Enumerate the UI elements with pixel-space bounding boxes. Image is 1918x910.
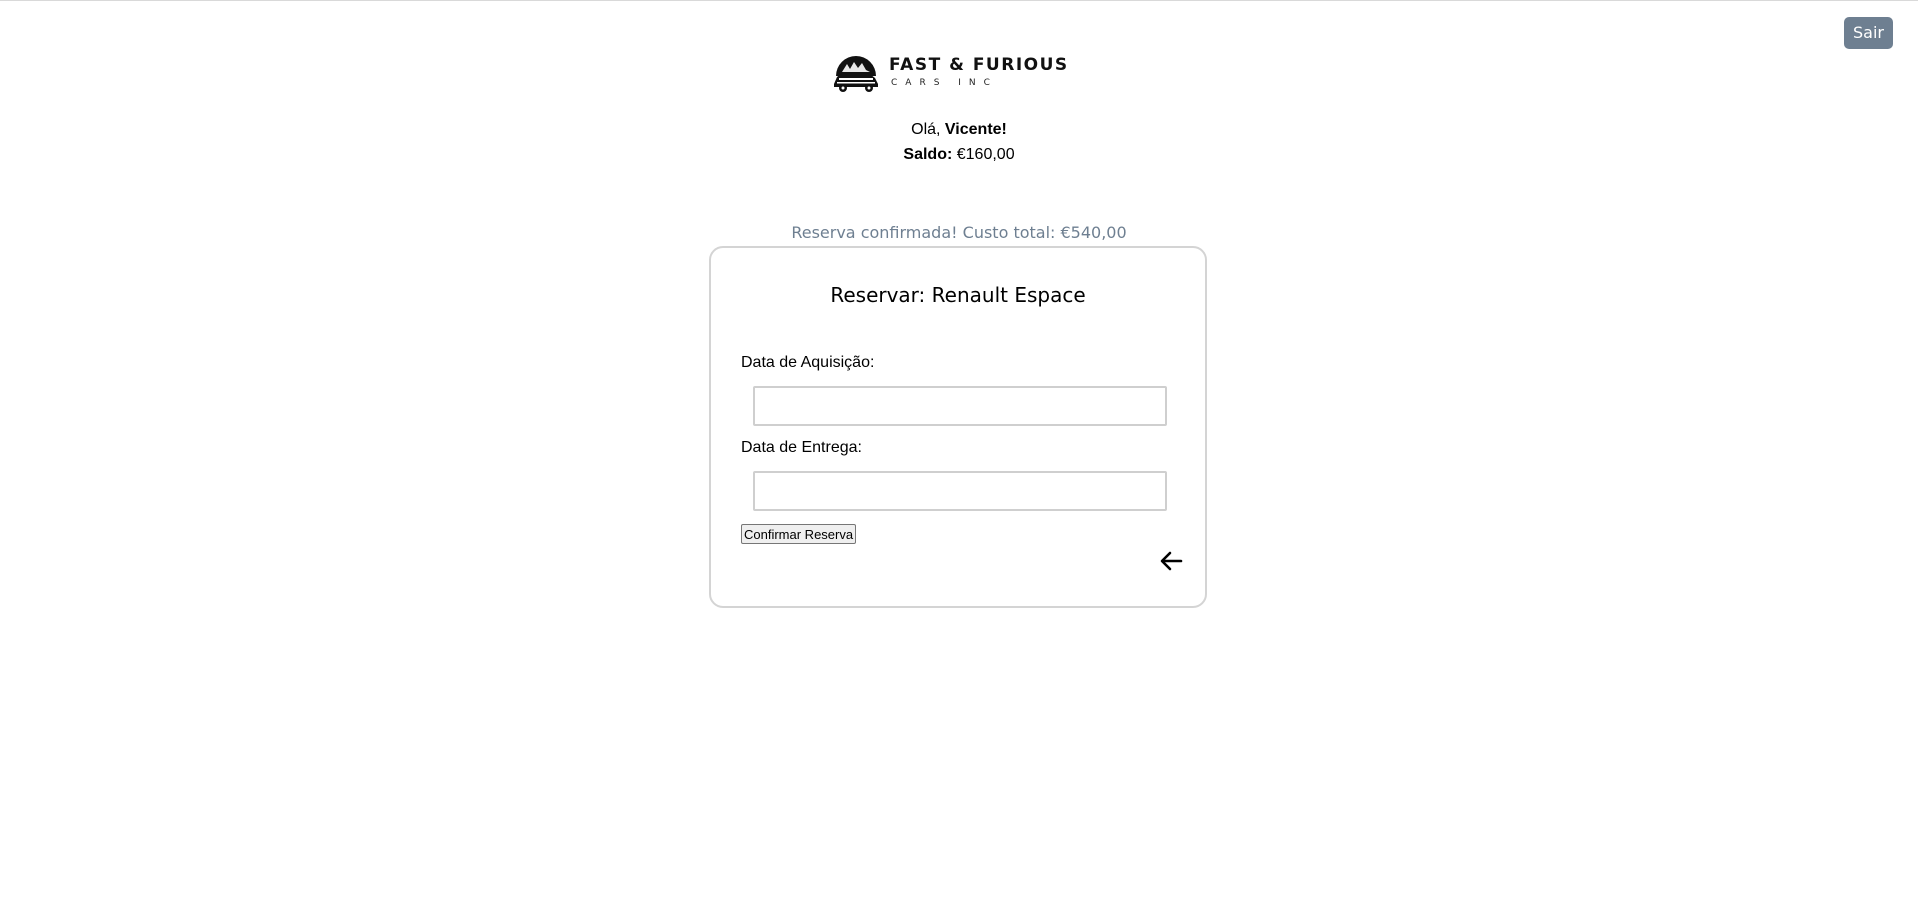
booking-confirmation-message: Reserva confirmada! Custo total: €540,00 — [791, 223, 1127, 242]
end-date-input[interactable] — [753, 471, 1167, 511]
top-divider — [0, 0, 1918, 1]
logo-title: FAST & FURIOUS — [889, 55, 1069, 75]
car-emblem-icon — [834, 56, 878, 92]
greeting-prefix: Olá, — [911, 121, 941, 138]
balance-label: Saldo: — [903, 146, 953, 163]
end-date-label: Data de Entrega: — [741, 439, 862, 456]
greeting-suffix: ! — [1001, 121, 1007, 138]
start-date-label: Data de Aquisição: — [741, 354, 875, 371]
logout-button[interactable]: Sair — [1844, 17, 1893, 49]
user-balance: Saldo: €160,00 — [0, 145, 1918, 165]
booking-title: Reservar: Renault Espace — [830, 283, 1086, 307]
arrow-left-icon[interactable] — [1159, 550, 1183, 572]
start-date-input[interactable] — [753, 386, 1167, 426]
confirm-booking-button[interactable]: Confirmar Reserva — [741, 524, 857, 544]
brand-logo: FAST & FURIOUS CARS INC — [833, 54, 1083, 94]
user-greeting: Olá, Vicente! — [0, 120, 1918, 140]
user-name: Vicente — [944, 121, 1002, 138]
booking-card: Reservar: Renault Espace Data de Aquisiç… — [709, 246, 1207, 608]
balance-value: €160,00 — [956, 146, 1015, 163]
logo-subtitle: CARS INC — [891, 78, 998, 88]
